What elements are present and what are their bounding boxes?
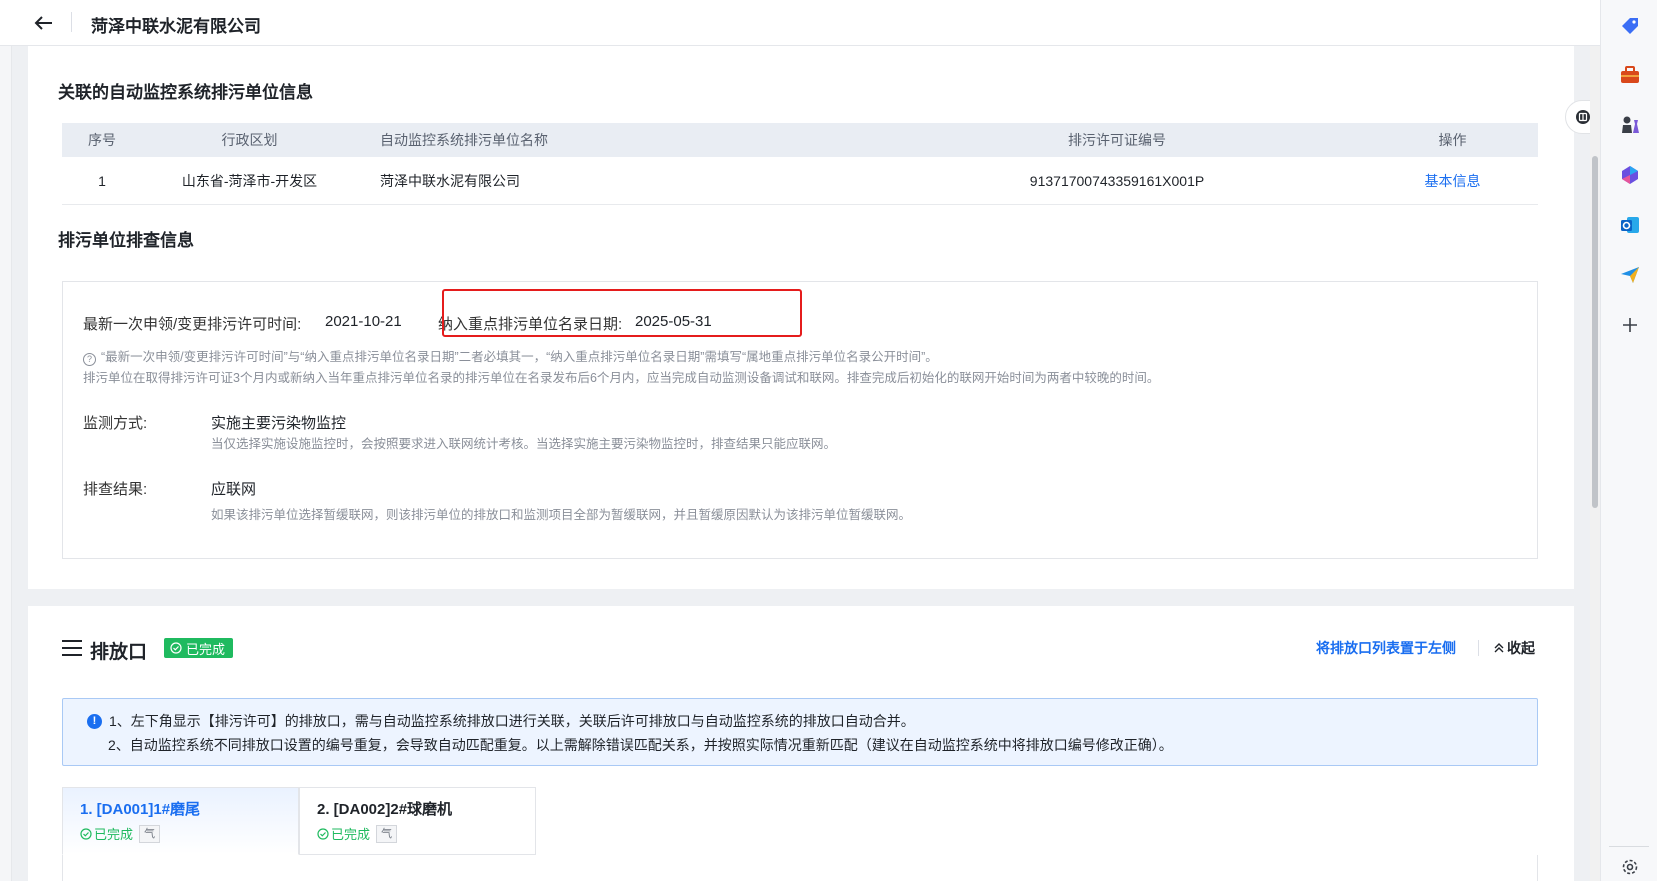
toolbox-icon[interactable] — [1618, 63, 1642, 87]
tab-outlet-1-status: 已完成 气 — [80, 824, 161, 843]
double-chevron-up-icon — [1494, 643, 1504, 653]
col-name: 自动监控系统排污单位名称 — [380, 132, 548, 148]
scrollbar-thumb[interactable] — [1592, 156, 1598, 508]
cell-region: 山东省-菏泽市-开发区 — [181, 172, 318, 189]
latest-permit-label: 最新一次申领/变更排污许可时间: — [83, 316, 302, 333]
basic-info-link[interactable]: 基本信息 — [1425, 173, 1481, 189]
tab-outlet-1-status-text: 已完成 — [94, 827, 134, 842]
col-region: 行政区划 — [221, 132, 278, 148]
collapse-label: 收起 — [1507, 640, 1535, 656]
left-strip — [0, 46, 12, 881]
tag-icon[interactable] — [1618, 13, 1642, 37]
permit-hint-1: ? “最新一次申领/变更排污许可时间”与“纳入重点排污单位名录日期”二者必填其一，… — [83, 346, 938, 366]
col-index: 序号 — [88, 132, 116, 148]
move-list-left-link[interactable]: 将排放口列表置于左侧 — [1316, 638, 1456, 658]
table-row: 1 山东省-菏泽市-开发区 菏泽中联水泥有限公司 913717007433591… — [62, 157, 1538, 205]
info-icon: ! — [87, 713, 102, 729]
inspection-title: 排污单位排查信息 — [58, 231, 194, 250]
notice-line-1-text: 1、左下角显示【排污许可】的排放口，需与自动监控系统排放口进行关联，关联后许可排… — [109, 713, 915, 729]
monitor-method-value: 实施主要污染物监控 — [211, 415, 347, 432]
divider — [1478, 640, 1479, 656]
cell-permit: 91371700743359161X001P — [1029, 172, 1205, 189]
outlets-card: 排放口 已完成 将排放口列表置于左侧 收起 ! 1、左下角显示【排污许可】的排放口… — [28, 606, 1574, 881]
check-circle-icon — [170, 642, 182, 654]
col-action: 操作 — [1438, 132, 1467, 148]
divider — [71, 12, 72, 32]
latest-permit-value: 2021-10-21 — [325, 313, 402, 330]
outlets-title: 排放口 — [90, 642, 148, 663]
tab-outlet-1-name: 1. [DA001]1#磨尾 — [80, 801, 201, 818]
result-label: 排查结果: — [83, 481, 148, 498]
monitor-method-label: 监测方式: — [83, 415, 148, 432]
tab-outlet-2[interactable]: 2. [DA002]2#球磨机 已完成 气 — [299, 787, 536, 855]
scrollbar[interactable] — [1590, 46, 1600, 881]
tab-outlet-2-status: 已完成 气 — [317, 824, 398, 843]
send-icon[interactable] — [1618, 263, 1642, 287]
list-icon — [62, 640, 82, 658]
collapse-button[interactable]: 收起 — [1494, 638, 1535, 658]
tab-outlet-2-status-text: 已完成 — [331, 827, 371, 842]
browser-sidebar — [1600, 0, 1657, 881]
result-value: 应联网 — [211, 481, 257, 498]
cell-index: 1 — [98, 172, 106, 189]
linked-units-title: 关联的自动监控系统排污单位信息 — [58, 83, 313, 102]
outlook-icon[interactable] — [1618, 213, 1642, 237]
notice-line-2: 2、自动监控系统不同排放口设置的编号重复，会导致自动匹配重复。以上需解除错误匹配… — [108, 737, 1173, 753]
result-hint: 如果该排污单位选择暂缓联网，则该排污单位的排放口和监测项目全部为暂缓联网，并且暂… — [211, 508, 912, 522]
permit-hint-1-text: “最新一次申领/变更排污许可时间”与“纳入重点排污单位名录日期”二者必填其一，“… — [101, 350, 938, 364]
table-header: 序号 行政区划 自动监控系统排污单位名称 排污许可证编号 操作 — [62, 123, 1538, 157]
status-badge: 已完成 — [164, 638, 234, 658]
settings-icon[interactable] — [1618, 855, 1642, 879]
back-button[interactable] — [30, 9, 58, 37]
gas-tag: 气 — [376, 824, 398, 843]
notice-line-1: ! 1、左下角显示【排污许可】的排放口，需与自动监控系统排放口进行关联，关联后许可… — [87, 711, 915, 731]
divider — [1609, 846, 1649, 847]
tab-content — [62, 855, 1538, 881]
col-permit: 排污许可证编号 — [1068, 132, 1166, 148]
tab-outlet-2-name: 2. [DA002]2#球磨机 — [317, 801, 453, 818]
outlet-tabs: 1. [DA001]1#磨尾 已完成 气 2. [DA002]2#球磨机 已完成 — [62, 787, 536, 855]
main-area: 关联的自动监控系统排污单位信息 序号 行政区划 自动监控系统排污单位名称 排污许… — [0, 46, 1600, 881]
check-circle-icon — [80, 827, 92, 840]
status-badge-text: 已完成 — [186, 641, 226, 657]
cell-name: 菏泽中联水泥有限公司 — [380, 172, 520, 189]
book-icon — [1576, 110, 1590, 124]
linked-units-table: 序号 行政区划 自动监控系统排污单位名称 排污许可证编号 操作 1 山东省-菏泽… — [62, 123, 1538, 205]
monitor-method-hint: 当仅选择实施设施监控时，会按照要求进入联网统计考核。当选择实施主要污染物监控时，… — [211, 437, 837, 451]
question-icon: ? — [83, 353, 96, 366]
check-circle-icon — [317, 827, 329, 840]
gas-tag: 气 — [139, 824, 161, 843]
permit-hint-2: 排污单位在取得排污许可证3个月内或新纳入当年重点排污单位名录的排污单位在名录发布… — [83, 371, 1160, 385]
notice-box: ! 1、左下角显示【排污许可】的排放口，需与自动监控系统排放口进行关联，关联后许可… — [62, 698, 1538, 766]
plus-icon[interactable] — [1618, 313, 1642, 337]
copilot-icon[interactable] — [1618, 163, 1642, 187]
arrow-left-icon[interactable] — [34, 15, 54, 31]
chess-icon[interactable] — [1618, 113, 1642, 137]
highlight-frame — [442, 289, 802, 337]
page-title: 菏泽中联水泥有限公司 — [91, 17, 261, 36]
top-bar: 菏泽中联水泥有限公司 — [0, 0, 1600, 46]
tab-outlet-1[interactable]: 1. [DA001]1#磨尾 已完成 气 — [62, 787, 299, 855]
